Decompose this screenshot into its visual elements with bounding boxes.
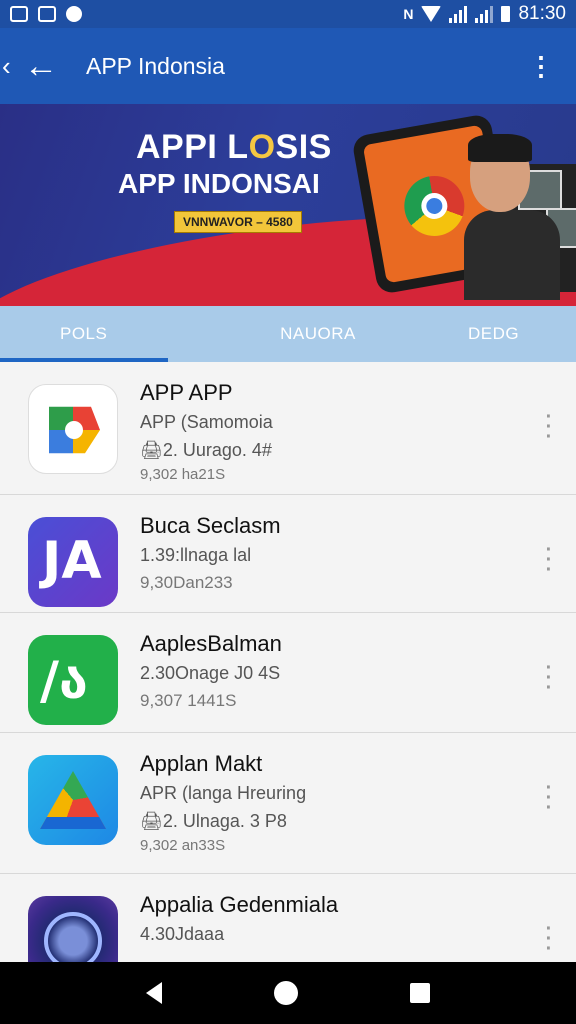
- nav-home-icon[interactable]: [274, 981, 298, 1005]
- app-meta: 4.30Jdaaa: [140, 924, 225, 944]
- chrome-logo-icon: [399, 171, 470, 241]
- app-downloads: 9,302 ha21S: [140, 466, 226, 483]
- more-options-icon[interactable]: · · ·: [544, 540, 554, 580]
- multicolor-d-icon: [28, 384, 118, 474]
- app-name: AaplesBalman: [140, 631, 282, 656]
- list-item[interactable]: Appalia Gedenmiala 4.30Jdaaa · · ·: [0, 874, 576, 986]
- nav-back-icon[interactable]: [146, 982, 162, 1004]
- list-item[interactable]: Applan Makt APR (langa Hreuring 🖨2. Ulna…: [0, 733, 576, 874]
- nfc-icon: N: [403, 6, 414, 22]
- app-name: APP APP: [140, 380, 233, 405]
- person-body: [464, 210, 560, 300]
- promo-banner[interactable]: APPI LOSIS APP INDONSAI VNNWAVOR – 4580: [0, 104, 576, 306]
- app-bar: ‹ ← APP Indonsia ⋮: [0, 28, 576, 104]
- tab-dedg[interactable]: DEDG: [468, 306, 576, 362]
- status-bar: N 81:30: [0, 0, 576, 28]
- banner-subtitle: APP INDONSAI: [118, 168, 320, 199]
- app-publisher: APR (langa Hreuring: [140, 783, 307, 803]
- app-meta: 2.30Onage J0 4S: [140, 663, 281, 683]
- screenshot-icon: [10, 6, 28, 22]
- photo-icon: [38, 6, 56, 22]
- app-list: APP APP APP (Samomoia 🖨2. Uurago. 4# 9,3…: [0, 362, 576, 986]
- app-meta: 1.39:llnaga lal: [140, 545, 252, 565]
- signal-icon: [449, 5, 468, 23]
- app-name: Appalia Gedenmiala: [140, 892, 339, 917]
- signal-2-icon: [475, 5, 494, 23]
- app-publisher: APP (Samomoia: [140, 412, 273, 432]
- notification-icons: [10, 6, 82, 22]
- back-arrow-icon[interactable]: ←: [24, 47, 64, 86]
- more-options-icon[interactable]: · · ·: [544, 407, 554, 447]
- more-options-icon[interactable]: · · ·: [544, 778, 554, 818]
- more-options-icon[interactable]: ⋮: [528, 53, 554, 79]
- list-item[interactable]: APP APP APP (Samomoia 🖨2. Uurago. 4# 9,3…: [0, 362, 576, 495]
- banner-tag: VNNWAVOR – 4580: [174, 211, 302, 233]
- tab-pols[interactable]: POLS: [0, 306, 168, 362]
- tab-nauora[interactable]: NAUORA: [168, 306, 468, 362]
- notification-dot-icon: [66, 6, 82, 22]
- app-name: Applan Makt: [140, 751, 263, 776]
- drive-triangle-icon: [28, 755, 118, 845]
- page-title: APP Indonsia: [86, 52, 225, 79]
- list-item[interactable]: /ა AaplesBalman 2.30Onage J0 4S 9,307 14…: [0, 613, 576, 733]
- banner-title: APPI LOSIS: [136, 128, 332, 166]
- status-time: 81:30: [518, 3, 566, 24]
- person-hair: [468, 134, 532, 162]
- list-item[interactable]: JA Buca Seclasm 1.39:llnaga lal 9,30Dan2…: [0, 495, 576, 613]
- system-icons: N 81:30: [403, 3, 566, 25]
- wifi-icon: [421, 6, 442, 22]
- purple-letter-icon: JA: [28, 517, 118, 607]
- battery-icon: [501, 6, 511, 22]
- person-illustration: [464, 130, 560, 300]
- nav-recents-icon[interactable]: [410, 983, 430, 1003]
- app-meta: 🖨2. Uurago. 4#: [140, 440, 272, 460]
- more-options-icon[interactable]: · · ·: [544, 658, 554, 698]
- app-downloads: 9,30Dan233: [140, 573, 233, 592]
- app-downloads: 9,307 1441S: [140, 691, 237, 710]
- more-options-icon[interactable]: · · ·: [544, 919, 554, 959]
- green-letter-icon: /ა: [28, 635, 118, 725]
- app-downloads: 9,302 an33S: [140, 837, 226, 854]
- app-name: Buca Seclasm: [140, 513, 281, 538]
- app-meta: 🖨2. Ulnaga. 3 P8: [140, 811, 287, 831]
- tab-bar: POLS NAUORA DEDG: [0, 306, 576, 362]
- chevron-left-icon[interactable]: ‹: [2, 51, 18, 82]
- system-nav-bar: [0, 962, 576, 1024]
